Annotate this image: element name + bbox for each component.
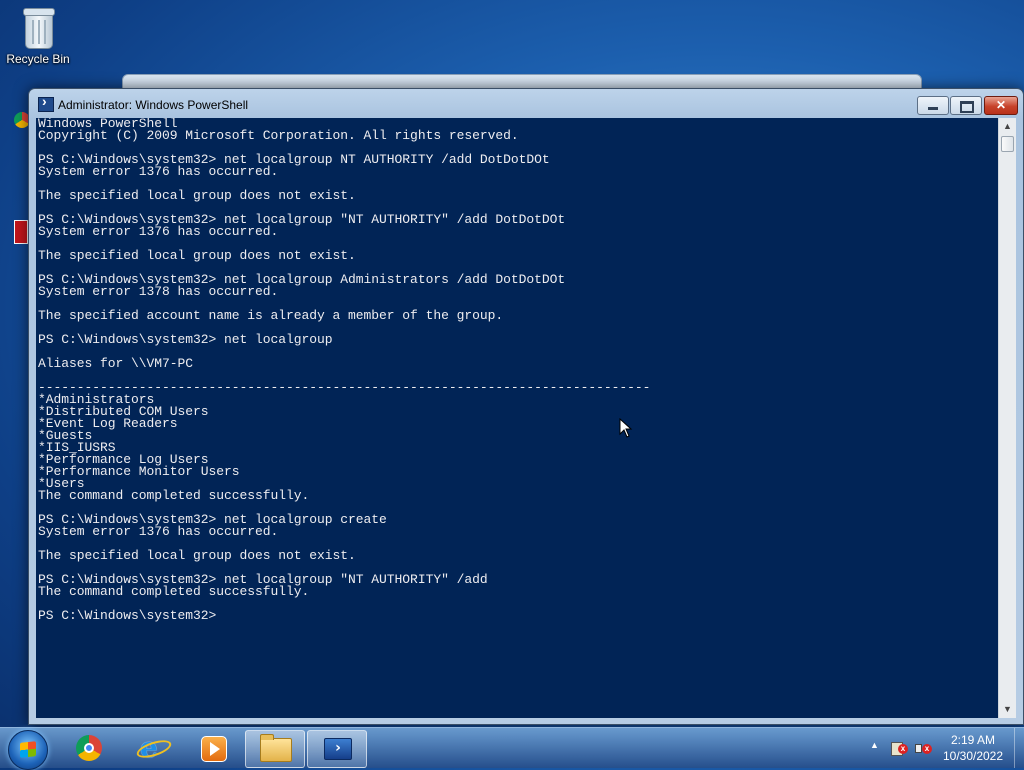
taskbar-powershell[interactable]: › — [307, 730, 367, 768]
console-text: Windows PowerShell Copyright (C) 2009 Mi… — [38, 118, 651, 623]
minimize-button[interactable] — [917, 96, 949, 115]
taskbar-chrome[interactable] — [59, 730, 117, 766]
recycle-bin-desktop-icon[interactable]: Recycle Bin — [0, 6, 76, 66]
vertical-scrollbar[interactable]: ▲ ▼ — [998, 118, 1016, 718]
powershell-window: Administrator: Windows PowerShell Window… — [28, 88, 1024, 725]
taskbar-internet-explorer[interactable]: e — [122, 730, 180, 766]
powershell-icon[interactable] — [38, 93, 54, 112]
taskbar-clock[interactable]: 2:19 AM 10/30/2022 — [935, 732, 1011, 764]
console-output[interactable]: Windows PowerShell Copyright (C) 2009 Mi… — [36, 118, 998, 718]
start-button[interactable] — [8, 730, 48, 770]
maximize-button[interactable] — [950, 96, 982, 115]
taskbar: e › ▲ 2:19 AM 10/30/2022 — [0, 727, 1024, 770]
taskbar-file-explorer[interactable] — [245, 730, 305, 768]
volume-muted-icon[interactable] — [914, 740, 932, 756]
window-titlebar[interactable]: Administrator: Windows PowerShell — [29, 89, 1023, 119]
show-hidden-icons-icon[interactable]: ▲ — [870, 740, 879, 750]
show-desktop-button[interactable] — [1014, 728, 1024, 768]
shortcut-icon — [14, 220, 28, 244]
clock-date: 10/30/2022 — [942, 749, 1004, 763]
scroll-down-arrow-icon[interactable]: ▼ — [999, 701, 1016, 718]
internet-explorer-icon: e — [140, 734, 166, 762]
window-title: Administrator: Windows PowerShell — [58, 98, 249, 112]
scrollbar-thumb[interactable] — [1001, 136, 1014, 152]
taskbar-media-player[interactable] — [183, 730, 241, 766]
scroll-up-arrow-icon[interactable]: ▲ — [999, 118, 1016, 135]
action-center-icon[interactable] — [889, 740, 908, 756]
folder-icon — [260, 734, 292, 762]
media-player-icon — [201, 736, 227, 762]
recycle-bin-label: Recycle Bin — [6, 52, 70, 66]
close-button[interactable] — [984, 96, 1018, 115]
powershell-icon: › — [324, 738, 352, 760]
clock-time: 2:19 AM — [950, 733, 996, 747]
windows-logo-icon — [20, 741, 36, 758]
recycle-bin-icon — [21, 6, 55, 49]
chrome-icon — [76, 735, 102, 761]
